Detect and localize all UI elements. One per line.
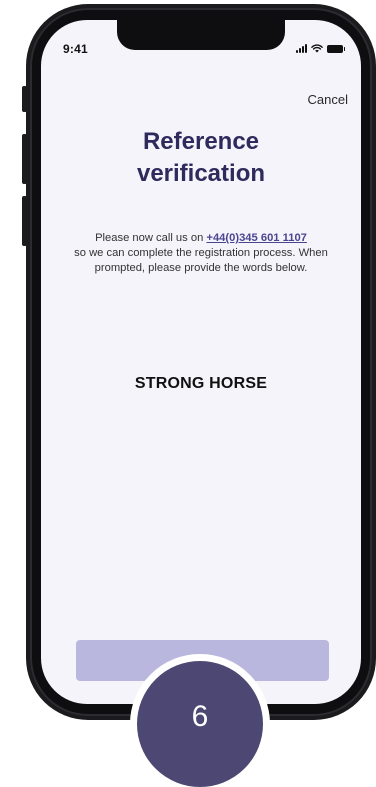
- wifi-icon: [311, 44, 323, 53]
- step-number: 6: [191, 700, 209, 733]
- status-time: 9:41: [63, 42, 88, 56]
- instructions-prefix: Please now call us on: [95, 232, 207, 244]
- battery-icon: [327, 44, 345, 53]
- status-icons: [296, 44, 345, 53]
- phone-screen: 9:41 Cancel Reference verification Pleas…: [41, 20, 361, 704]
- page-title-line-2: verification: [136, 160, 266, 187]
- verification-words: STRONG HORSE: [134, 375, 268, 392]
- page-title: Reference verification: [41, 126, 361, 190]
- page-title-line-1: Reference: [142, 128, 260, 155]
- phone-number-link[interactable]: +44(0)345 601 1107: [206, 232, 306, 244]
- step-badge: 6: [130, 654, 270, 787]
- stage: 9:41 Cancel Reference verification Pleas…: [0, 0, 376, 787]
- notch: [117, 20, 285, 50]
- instructions-text: Please now call us on +44(0)345 601 1107…: [55, 231, 347, 276]
- instructions-suffix: so we can complete the registration proc…: [74, 247, 328, 274]
- signal-icon: [296, 44, 307, 53]
- cancel-button[interactable]: Cancel: [308, 92, 348, 107]
